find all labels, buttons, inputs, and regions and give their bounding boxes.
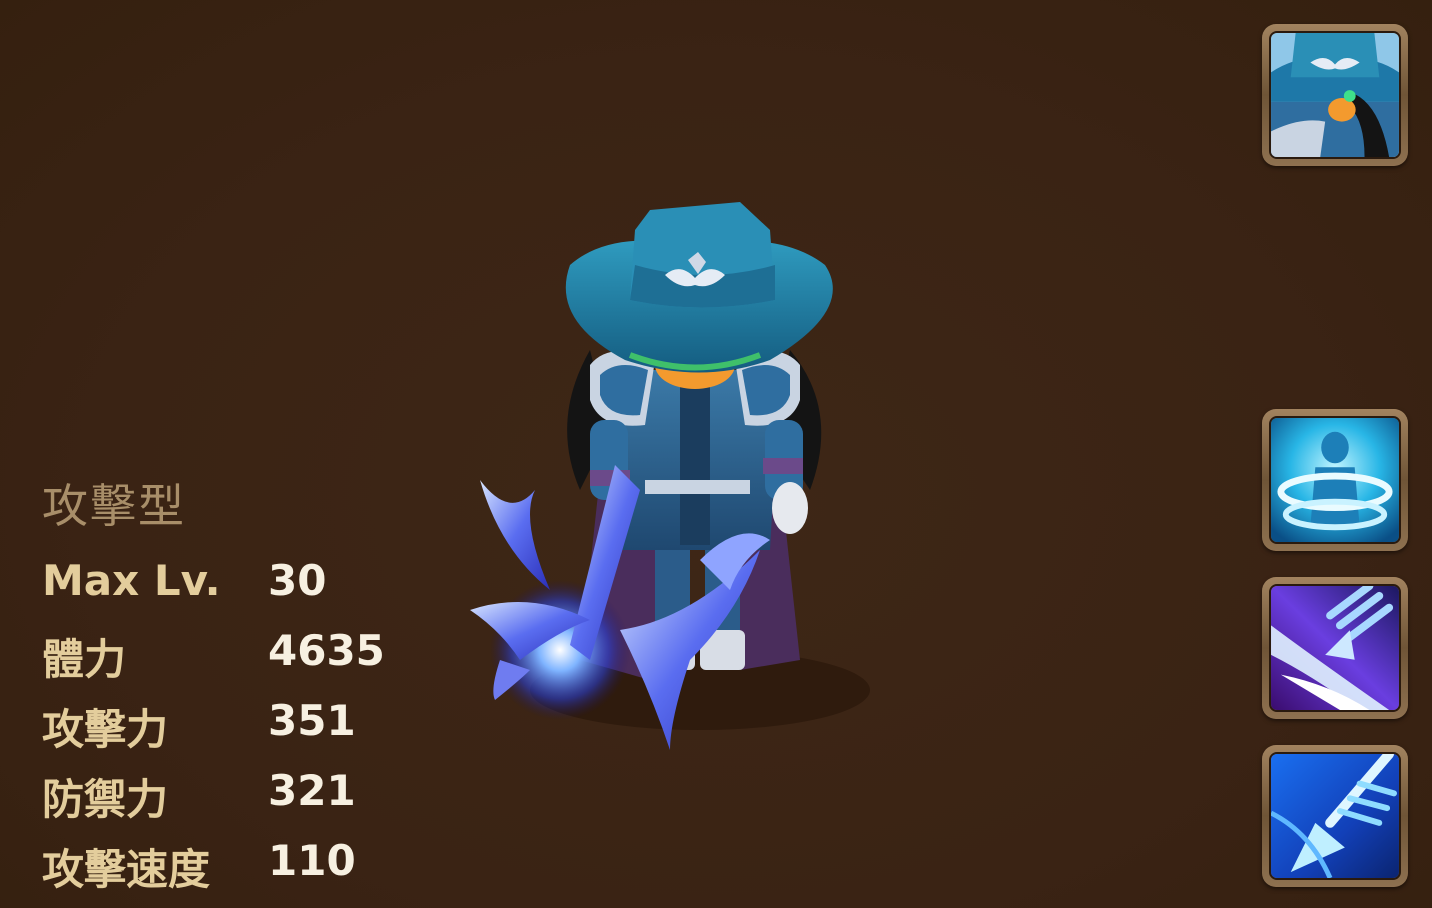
skill-2-icon [1269, 584, 1401, 712]
right-hand [772, 482, 808, 534]
monster-info-screen: 攻擊型 Max Lv. 30 體力 4635 攻擊力 351 防禦力 321 攻… [0, 0, 1432, 908]
monster-type-label: 攻擊型 [42, 479, 186, 533]
stat-value: 110 [268, 836, 356, 885]
portrait-button[interactable] [1262, 24, 1408, 166]
stat-name: 體力 [42, 635, 127, 684]
stat-name: 攻擊速度 [42, 845, 211, 894]
stat-name: 攻擊力 [42, 705, 169, 754]
stat-name: 防禦力 [42, 775, 169, 824]
skill-1-icon [1269, 416, 1401, 544]
scythe-blade [480, 480, 550, 590]
stat-value: 30 [268, 556, 327, 605]
monster-model[interactable] [440, 190, 920, 770]
skill-3-icon [1269, 752, 1401, 880]
skill-1-button[interactable] [1262, 409, 1408, 551]
portrait-icon [1269, 31, 1401, 159]
skill-3-button[interactable] [1262, 745, 1408, 887]
stat-value: 321 [268, 766, 356, 815]
skill-2-button[interactable] [1262, 577, 1408, 719]
weapon-glow [490, 580, 630, 720]
stat-name: Max Lv. [42, 556, 221, 605]
stat-value: 4635 [268, 626, 385, 675]
stat-value: 351 [268, 696, 356, 745]
